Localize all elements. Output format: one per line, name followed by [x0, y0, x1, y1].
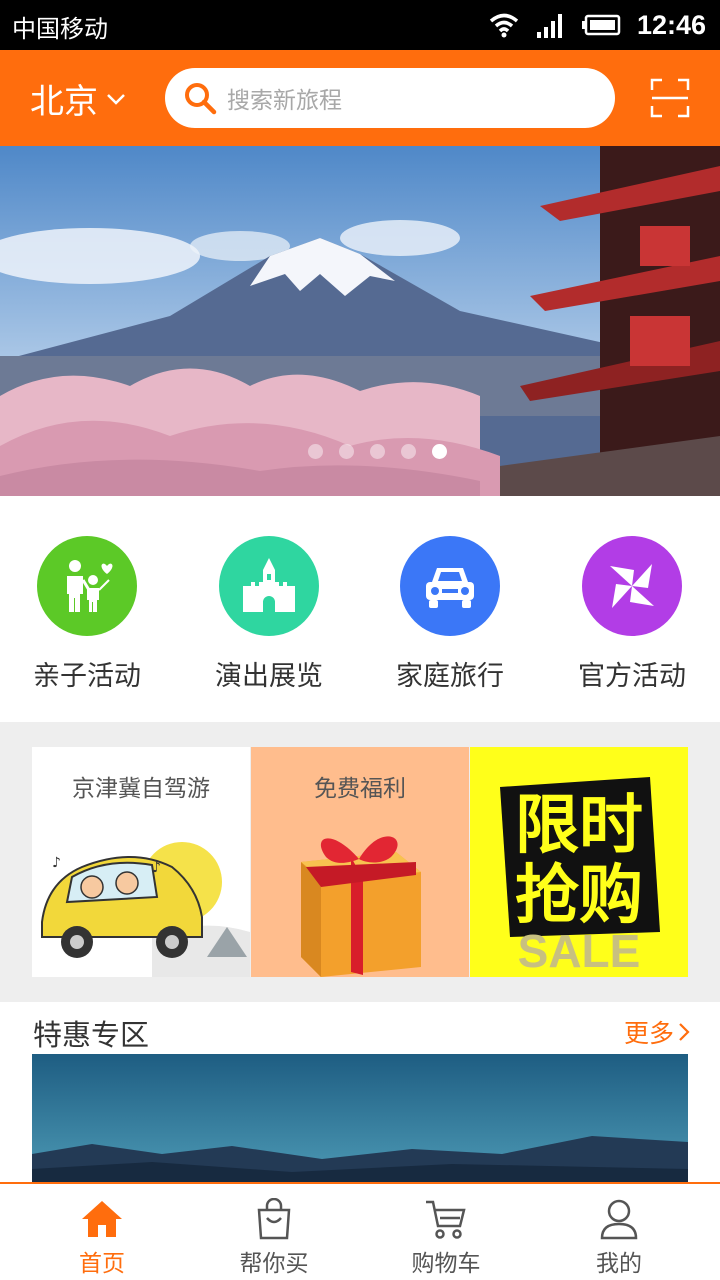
car-icon — [400, 536, 500, 636]
more-label: 更多 — [623, 1019, 674, 1048]
category-label: 家庭旅行 — [396, 661, 504, 692]
tab-profile[interactable]: 我的 — [559, 1198, 679, 1278]
promo-section: 京津冀自驾游 ♪ ♪ 免费福利 限时 抢购 SALE — [0, 722, 720, 1002]
pager-dot[interactable] — [401, 444, 416, 459]
promo-card-flash-sale[interactable]: 限时 抢购 SALE — [470, 747, 688, 977]
banner-pager — [308, 444, 447, 459]
status-icons: 12:46 — [489, 8, 706, 42]
hero-banner[interactable] — [0, 146, 720, 496]
city-name: 北京 — [30, 82, 98, 122]
svg-text:♪: ♪ — [152, 860, 161, 876]
pager-dot[interactable] — [339, 444, 354, 459]
flash-sale-sale: SALE — [518, 925, 641, 977]
pager-dot[interactable] — [370, 444, 385, 459]
search-icon — [185, 83, 217, 115]
category-grid: 亲子活动 演出展览 家庭旅行 官方活动 — [0, 496, 720, 722]
deals-section: 特惠专区 更多 — [0, 1002, 720, 1182]
chevron-down-icon — [107, 93, 125, 105]
bottom-tab-bar: 首页 帮你买 购物车 我的 — [0, 1182, 720, 1280]
carrier-name: 中国移动 — [12, 15, 108, 43]
chevron-right-icon — [679, 1023, 690, 1041]
shopping-bag-icon — [257, 1198, 291, 1240]
family-icon — [37, 536, 137, 636]
category-shows-exhibitions[interactable]: 演出展览 — [199, 536, 339, 693]
category-label: 官方活动 — [578, 661, 686, 692]
promo-card-free-benefits[interactable]: 免费福利 — [251, 747, 469, 977]
tab-cart[interactable]: 购物车 — [386, 1198, 506, 1278]
deals-banner-image[interactable] — [32, 1054, 688, 1182]
app-header: 北京 搜索新旅程 — [0, 50, 720, 146]
wifi-icon — [489, 13, 519, 38]
tab-buy-for-you[interactable]: 帮你买 — [214, 1198, 334, 1278]
search-bar[interactable]: 搜索新旅程 — [165, 68, 615, 128]
clock: 12:46 — [636, 9, 706, 40]
castle-icon — [219, 536, 319, 636]
city-selector[interactable]: 北京 — [30, 74, 126, 123]
battery-icon — [581, 14, 621, 36]
tab-label: 我的 — [596, 1251, 642, 1277]
flash-sale-line2: 抢购 — [515, 859, 643, 931]
deals-more-link[interactable]: 更多 — [624, 1014, 690, 1050]
gift-illustration — [301, 836, 421, 977]
home-icon — [82, 1201, 122, 1237]
signal-icon — [536, 14, 562, 38]
pager-dot-active[interactable] — [432, 444, 447, 459]
status-bar: 中国移动 12:46 — [0, 0, 720, 50]
promo-card-title: 免费福利 — [314, 776, 406, 802]
tab-home[interactable]: 首页 — [42, 1198, 162, 1278]
scan-icon[interactable] — [650, 78, 690, 118]
tab-label: 帮你买 — [239, 1251, 309, 1277]
flash-sale-banner: 限时 抢购 SALE — [500, 777, 660, 977]
pinwheel-icon — [582, 536, 682, 636]
category-family-travel[interactable]: 家庭旅行 — [380, 536, 520, 693]
promo-card-road-trip[interactable]: 京津冀自驾游 ♪ ♪ — [32, 747, 250, 977]
cart-icon — [426, 1200, 466, 1239]
tab-label: 首页 — [79, 1251, 125, 1277]
category-family-activity[interactable]: 亲子活动 — [17, 536, 157, 693]
category-label: 演出展览 — [215, 661, 323, 692]
flash-sale-line1: 限时 — [515, 789, 643, 861]
search-placeholder: 搜索新旅程 — [227, 88, 342, 114]
car-illustration: ♪ ♪ — [41, 842, 250, 977]
category-official-events[interactable]: 官方活动 — [562, 536, 702, 693]
category-label: 亲子活动 — [33, 661, 141, 692]
promo-card-title: 京津冀自驾游 — [72, 776, 210, 802]
user-icon — [600, 1199, 638, 1240]
svg-text:♪: ♪ — [52, 855, 61, 871]
deals-title: 特惠专区 — [33, 1018, 150, 1052]
tab-label: 购物车 — [411, 1251, 481, 1277]
pager-dot[interactable] — [308, 444, 323, 459]
